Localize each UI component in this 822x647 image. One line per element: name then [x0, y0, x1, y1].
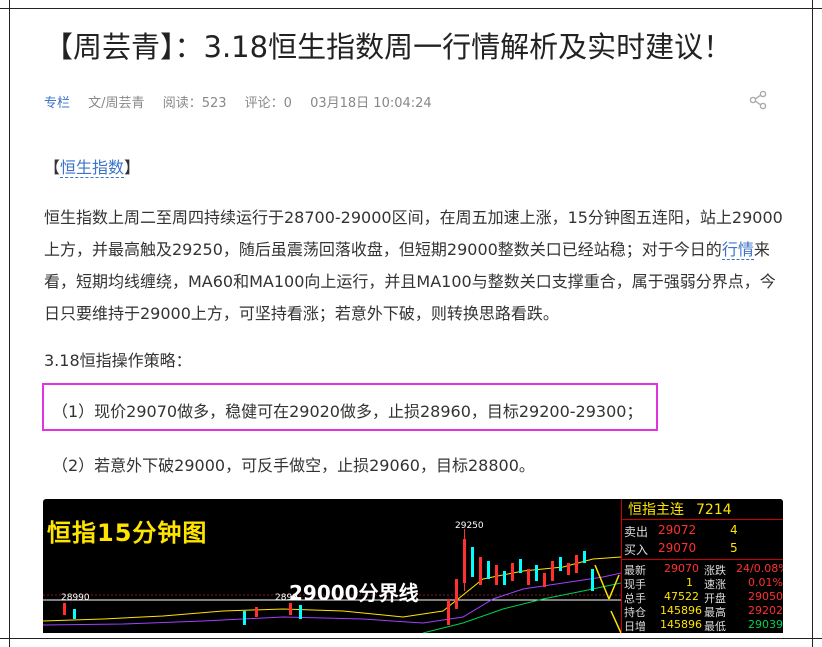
strategy-1: （1）现价29070做多，稳健可在29020做多，止损28960，目标29200…	[52, 402, 643, 421]
quote-value: 145896	[660, 618, 702, 631]
arrow-up	[608, 574, 620, 600]
candle	[255, 607, 258, 617]
chart-title: 恒指15分钟图	[47, 519, 208, 547]
candle	[73, 609, 76, 619]
price-mid-label: 2899	[275, 593, 298, 603]
candle	[511, 563, 514, 581]
frame-top-line	[0, 8, 822, 9]
candle	[243, 611, 246, 625]
candle	[535, 565, 538, 581]
quote-value: 29202	[748, 604, 783, 617]
read-count: 阅读：523	[162, 96, 227, 111]
market-link[interactable]: 行情	[721, 240, 754, 260]
sell-price: 29072	[658, 523, 697, 537]
frame-left-line	[9, 0, 10, 647]
quote-value: 0.01%	[748, 576, 783, 589]
quote-header: 恒指主连 7214	[628, 499, 732, 519]
article-meta: 专栏 文/周芸青 阅读：523 评论：0 03月18日 10:04:24	[44, 92, 446, 111]
candle	[519, 559, 522, 573]
candle	[559, 557, 562, 571]
candle	[447, 599, 450, 625]
candle	[583, 551, 586, 563]
quote-name: 恒指主连	[628, 502, 684, 518]
price-left-label: 28990	[61, 593, 90, 603]
candle	[299, 605, 302, 619]
buy-price: 29070	[658, 541, 697, 555]
buy-label: 买入	[624, 543, 649, 557]
sell-label: 卖出	[624, 525, 649, 539]
topic-tag: 【恒生指数】	[44, 154, 140, 178]
candle	[495, 565, 498, 585]
strategy-heading: 3.18恒指操作策略：	[44, 351, 192, 370]
candle	[527, 569, 530, 585]
share-icon[interactable]	[748, 90, 768, 110]
paragraph-text-1: 恒生指数上周二至周四持续运行于28700-29000区间，在周五加速上涨，15分…	[44, 208, 783, 259]
buy-volume: 5	[730, 541, 738, 555]
candle	[487, 561, 490, 579]
tag-bracket-open: 【	[44, 158, 61, 177]
column-link[interactable]: 专栏	[44, 96, 70, 111]
tag-bracket-close: 】	[124, 158, 141, 177]
quote-value: 29039	[748, 618, 783, 631]
frame-bottom-line	[0, 638, 822, 639]
candle	[503, 571, 506, 585]
quote-value: 1	[686, 576, 693, 589]
candle	[575, 555, 578, 573]
candle	[479, 557, 482, 585]
candle	[455, 579, 458, 609]
chart-image: 恒指15分钟图 29000分界线 29250 28990 2899 恒指主连 72…	[43, 499, 783, 633]
analysis-paragraph: 恒生指数上周二至周四持续运行于28700-29000区间，在周五加速上涨，15分…	[44, 202, 786, 330]
quote-label: 最低	[704, 620, 726, 633]
author: 文/周芸青	[88, 96, 145, 111]
sell-volume: 4	[730, 523, 738, 537]
tag-link[interactable]: 恒生指数	[60, 158, 125, 178]
quote-panel: 恒指主连 7214 卖出 29072 4 买入 29070 5 最新 29070 …	[621, 499, 783, 633]
candle	[567, 563, 570, 575]
strategy-2: （2）若意外下破29000，可反手做空，止损29060，目标28800。	[52, 456, 535, 475]
quote-value: 145896	[660, 604, 702, 617]
quote-value: 24/0.08%	[736, 562, 783, 575]
quote-sep	[622, 559, 783, 560]
quote-buy-row: 买入 29070 5	[624, 541, 738, 558]
quote-value: 29050	[748, 590, 783, 603]
quote-row: 日增 145896 最低 29039	[624, 618, 783, 633]
arrow-down	[594, 564, 610, 600]
arrow-down-2	[610, 610, 621, 633]
quote-value: 29070	[664, 562, 699, 575]
page: 【周芸青】：3.18恒生指数周一行情解析及实时建议！ 专栏 文/周芸青 阅读：5…	[0, 0, 822, 647]
divider-label: 29000分界线	[289, 581, 419, 605]
quote-code: 7214	[696, 502, 732, 518]
candle	[471, 547, 474, 577]
quote-value: 47522	[664, 590, 699, 603]
article-title: 【周芸青】：3.18恒生指数周一行情解析及实时建议！	[44, 30, 733, 64]
candle	[591, 569, 594, 591]
candle	[63, 603, 66, 615]
price-high-label: 29250	[455, 521, 484, 531]
publish-time: 03月18日 10:04:24	[310, 96, 432, 111]
comment-count: 评论：0	[244, 96, 292, 111]
frame-right-line	[812, 0, 813, 647]
quote-sep	[622, 519, 783, 520]
candle	[543, 573, 546, 587]
quote-sell-row: 卖出 29072 4	[624, 523, 738, 540]
candle	[551, 561, 554, 581]
quote-label: 日增	[624, 620, 646, 633]
